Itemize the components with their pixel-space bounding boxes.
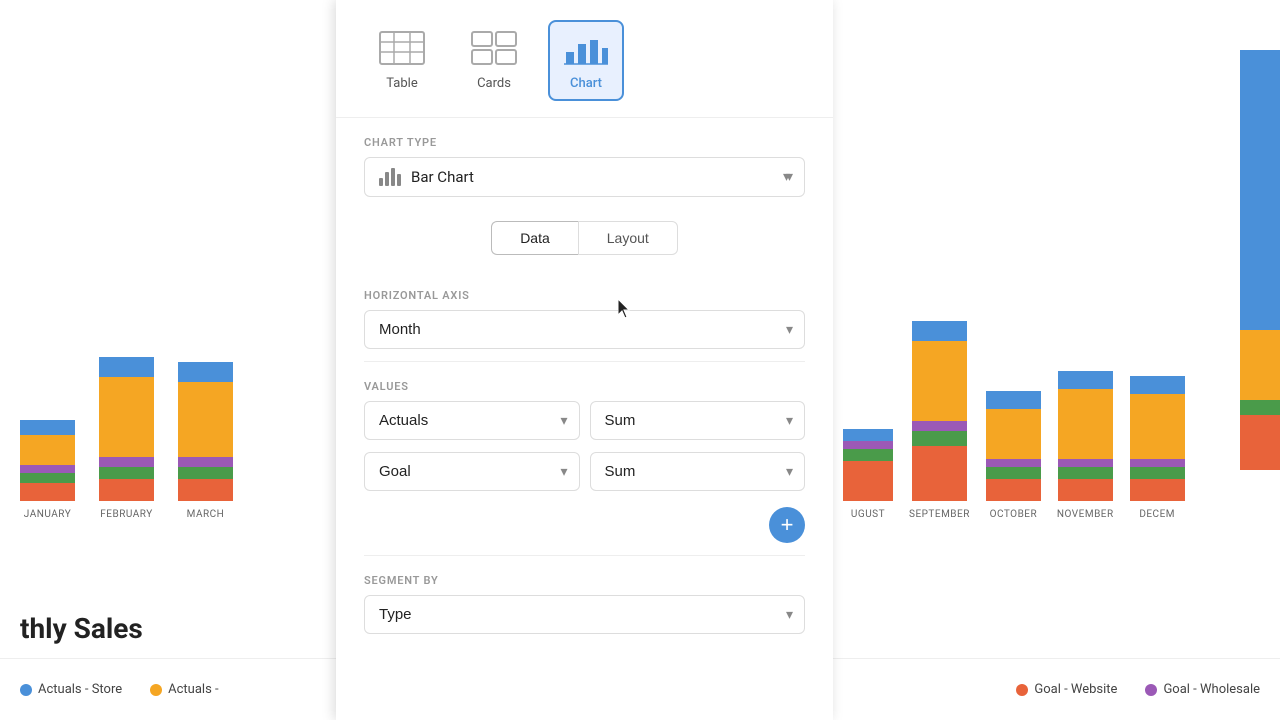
legend-actuals: Actuals - bbox=[150, 682, 218, 697]
chart-type-dropdown-row: Bar Chart ▾ bbox=[336, 157, 833, 209]
tab-layout[interactable]: Layout bbox=[578, 221, 678, 255]
view-option-table[interactable]: Table bbox=[364, 20, 440, 101]
legend-dot-actuals bbox=[150, 684, 162, 696]
month-label-mar: MARCH bbox=[187, 509, 225, 520]
actuals-dropdown-wrapper: Actuals bbox=[364, 401, 580, 440]
legend-goal-wholesale: Goal - Wholesale bbox=[1145, 682, 1260, 697]
actuals-agg-dropdown-wrapper: Sum bbox=[590, 401, 806, 440]
actuals-agg-dropdown[interactable]: Sum bbox=[590, 401, 806, 440]
legend-dot-goal-wholesale bbox=[1145, 684, 1157, 696]
add-value-button[interactable]: + bbox=[769, 507, 805, 543]
tall-bar-right bbox=[1240, 50, 1280, 330]
legend-dot-actuals-store bbox=[20, 684, 32, 696]
view-option-chart-label: Chart bbox=[570, 76, 602, 91]
chart-title: thly Sales bbox=[0, 612, 143, 645]
chart-icon bbox=[562, 30, 610, 70]
legend-actuals-store: Actuals - Store bbox=[20, 682, 122, 697]
bar-group-january: JANUARY bbox=[20, 420, 75, 520]
month-label-dec: DECEM bbox=[1139, 509, 1175, 520]
cards-icon bbox=[470, 30, 518, 70]
view-option-cards-label: Cards bbox=[477, 76, 511, 91]
values-label: VALUES bbox=[336, 362, 833, 401]
goal-row: Goal Sum bbox=[336, 452, 833, 503]
add-button-row: + bbox=[336, 503, 833, 555]
legend-label-goal-wholesale: Goal - Wholesale bbox=[1163, 682, 1260, 697]
bar-group-march: MARCH bbox=[178, 362, 233, 520]
legend-label-actuals: Actuals - bbox=[168, 682, 218, 697]
bar-group-december: DECEM bbox=[1130, 376, 1185, 520]
green-bar-right bbox=[1240, 400, 1280, 415]
chart-type-value: Bar Chart bbox=[411, 168, 474, 186]
orange-bar-right bbox=[1240, 330, 1280, 400]
segment-by-dropdown-row: Type bbox=[336, 595, 833, 646]
legend-dot-goal-website bbox=[1016, 684, 1028, 696]
chart-type-chevron: ▾ bbox=[783, 169, 790, 185]
view-option-cards[interactable]: Cards bbox=[456, 20, 532, 101]
bar-group-november: NOVEMBER bbox=[1057, 371, 1114, 520]
tab-row: Data Layout bbox=[336, 209, 833, 271]
month-label-feb: FEBRUARY bbox=[100, 509, 152, 520]
legend-goal-website: Goal - Website bbox=[1016, 682, 1117, 697]
horizontal-axis-dropdown[interactable]: Month bbox=[364, 310, 805, 349]
view-switcher: Table Cards bbox=[336, 0, 833, 118]
segment-by-dropdown-wrapper: Type bbox=[364, 595, 805, 634]
view-option-chart[interactable]: Chart bbox=[548, 20, 624, 101]
month-label-aug: UGUST bbox=[851, 509, 885, 520]
goal-agg-dropdown[interactable]: Sum bbox=[590, 452, 806, 491]
month-label-jan: JANUARY bbox=[24, 509, 71, 520]
horizontal-axis-label: HORIZONTAL AXIS bbox=[336, 271, 833, 310]
bar-group-february: FEBRUARY bbox=[99, 357, 154, 520]
view-option-table-label: Table bbox=[386, 76, 417, 91]
bar-group-september: SEPTEMBER bbox=[909, 321, 970, 520]
actuals-dropdown[interactable]: Actuals bbox=[364, 401, 580, 440]
bar-group-october: OCTOBER bbox=[986, 391, 1041, 520]
segment-by-label: SEGMENT BY bbox=[336, 556, 833, 595]
chart-type-label: CHART TYPE bbox=[336, 118, 833, 157]
goal-agg-dropdown-wrapper: Sum bbox=[590, 452, 806, 491]
month-label-oct: OCTOBER bbox=[990, 509, 1038, 520]
legend-label-goal-website: Goal - Website bbox=[1034, 682, 1117, 697]
settings-panel: Table Cards bbox=[336, 0, 833, 720]
chart-type-dropdown[interactable]: Bar Chart ▾ bbox=[364, 157, 805, 197]
chart-type-dropdown-wrapper: Bar Chart ▾ bbox=[364, 157, 805, 197]
table-icon bbox=[378, 30, 426, 70]
month-label-sep: SEPTEMBER bbox=[909, 509, 970, 520]
tab-data[interactable]: Data bbox=[491, 221, 578, 255]
bar-chart-mini-icon bbox=[379, 168, 401, 186]
goal-dropdown-wrapper: Goal bbox=[364, 452, 580, 491]
horizontal-axis-dropdown-wrapper: Month bbox=[364, 310, 805, 349]
red-bar-right bbox=[1240, 415, 1280, 470]
month-label-nov: NOVEMBER bbox=[1057, 509, 1114, 520]
actuals-row: Actuals Sum bbox=[336, 401, 833, 452]
bar-group-august: UGUST bbox=[843, 429, 893, 520]
legend-label-actuals-store: Actuals - Store bbox=[38, 682, 122, 697]
horizontal-axis-dropdown-row: Month bbox=[336, 310, 833, 361]
goal-dropdown[interactable]: Goal bbox=[364, 452, 580, 491]
segment-by-dropdown[interactable]: Type bbox=[364, 595, 805, 634]
